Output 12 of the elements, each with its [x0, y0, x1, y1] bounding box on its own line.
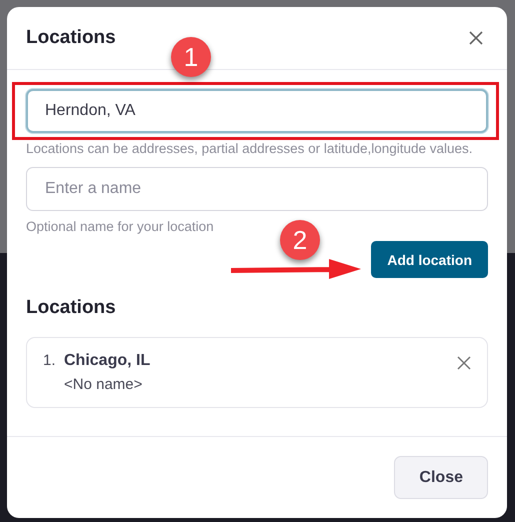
name-field[interactable]: Enter a name [26, 167, 488, 211]
item-number: 1. [43, 352, 57, 369]
section-heading: Locations [26, 297, 117, 319]
add-location-button[interactable]: Add location [371, 241, 488, 278]
help-text: Optional name for your location [26, 218, 215, 236]
location-field[interactable]: Herndon, VA [26, 89, 488, 133]
help-text: Locations can be addresses, partial addresses or latitude,longitude values. [26, 140, 474, 158]
dialog-title: Locations [26, 27, 116, 49]
location-label: <No name> [64, 376, 144, 393]
location-name: Chicago, IL [64, 352, 150, 369]
close-button[interactable]: Close [394, 456, 488, 499]
remove-icon[interactable] [457, 356, 471, 370]
